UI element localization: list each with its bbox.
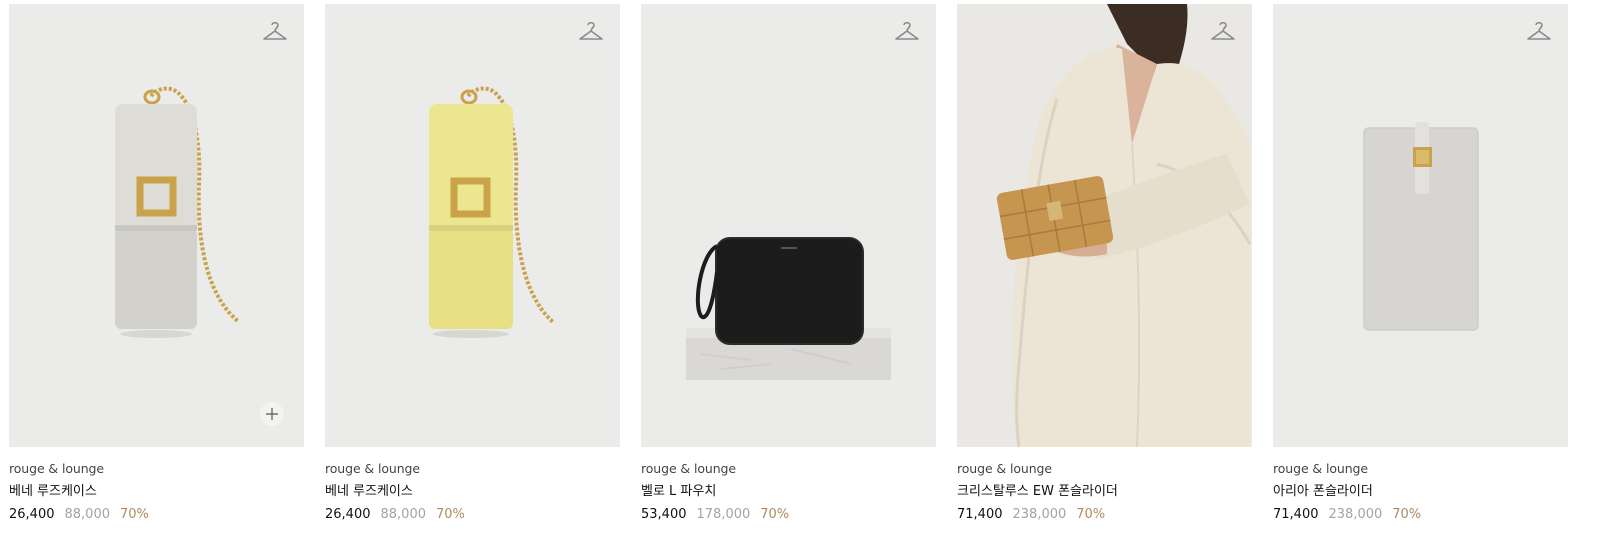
original-price: 238,000	[1328, 507, 1383, 522]
sale-price: 71,400	[1273, 507, 1319, 522]
product-prices: 53,400 178,000 70%	[641, 506, 936, 524]
product-image[interactable]	[957, 4, 1252, 447]
product-name[interactable]: 베네 루즈케이스	[9, 483, 304, 501]
product-image-area[interactable]	[325, 4, 620, 447]
sale-price: 53,400	[641, 507, 687, 522]
product-image-area[interactable]	[641, 4, 936, 447]
hanger-icon[interactable]	[262, 20, 288, 44]
product-brand[interactable]: rouge & lounge	[957, 460, 1252, 478]
product-card[interactable]: rouge & lounge 베네 루즈케이스 26,400 88,000 70…	[325, 4, 620, 524]
sale-price: 71,400	[957, 507, 1003, 522]
hanger-icon[interactable]	[1210, 20, 1236, 44]
product-image[interactable]	[641, 4, 936, 447]
discount-rate: 70%	[120, 507, 149, 522]
discount-rate: 70%	[1392, 507, 1422, 522]
sale-price: 26,400	[325, 507, 371, 522]
product-brand[interactable]: rouge & lounge	[641, 460, 936, 478]
product-brand[interactable]: rouge & lounge	[9, 460, 304, 478]
discount-rate: 70%	[436, 507, 465, 522]
product-image[interactable]	[9, 4, 304, 447]
discount-rate: 70%	[1076, 507, 1106, 522]
original-price: 238,000	[1012, 507, 1067, 522]
product-grid: rouge & lounge 베네 루즈케이스 26,400 88,000 70…	[9, 4, 1568, 524]
hanger-icon[interactable]	[894, 20, 920, 44]
product-image-area[interactable]	[957, 4, 1252, 447]
original-price: 178,000	[696, 507, 751, 522]
product-prices: 26,400 88,000 70%	[325, 506, 620, 524]
product-prices: 71,400 238,000 70%	[957, 506, 1252, 524]
product-prices: 26,400 88,000 70%	[9, 506, 304, 524]
original-price: 88,000	[380, 507, 427, 522]
product-brand[interactable]: rouge & lounge	[325, 460, 620, 478]
sale-price: 26,400	[9, 507, 55, 522]
product-card[interactable]: rouge & lounge 벨로 L 파우치 53,400 178,000 7…	[641, 4, 936, 524]
original-price: 88,000	[64, 507, 111, 522]
plus-icon[interactable]	[260, 402, 284, 426]
product-image-area[interactable]	[1273, 4, 1568, 447]
product-name[interactable]: 아리아 폰슬라이더	[1273, 483, 1568, 501]
product-card[interactable]: rouge & lounge 크리스탈루스 EW 폰슬라이더 71,400 23…	[957, 4, 1252, 524]
product-name[interactable]: 베네 루즈케이스	[325, 483, 620, 501]
product-image[interactable]	[1273, 4, 1568, 447]
product-name[interactable]: 벨로 L 파우치	[641, 483, 936, 501]
hanger-icon[interactable]	[1526, 20, 1552, 44]
product-prices: 71,400 238,000 70%	[1273, 506, 1568, 524]
product-image-area[interactable]	[9, 4, 304, 447]
product-name[interactable]: 크리스탈루스 EW 폰슬라이더	[957, 483, 1252, 501]
product-image[interactable]	[325, 4, 620, 447]
hanger-icon[interactable]	[578, 20, 604, 44]
discount-rate: 70%	[760, 507, 790, 522]
product-brand[interactable]: rouge & lounge	[1273, 460, 1568, 478]
product-card[interactable]: rouge & lounge 베네 루즈케이스 26,400 88,000 70…	[9, 4, 304, 524]
product-card[interactable]: rouge & lounge 아리아 폰슬라이더 71,400 238,000 …	[1273, 4, 1568, 524]
